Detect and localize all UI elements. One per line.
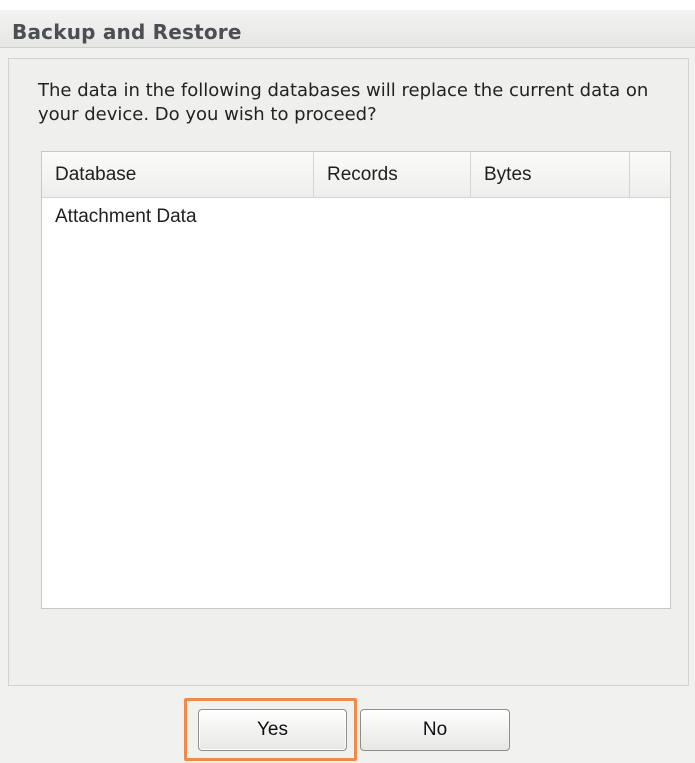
column-header-filler — [630, 152, 670, 198]
database-table[interactable]: Database Records Bytes Attachment Data — [41, 151, 671, 609]
dialog-title: Backup and Restore — [12, 20, 242, 44]
cell-database: Attachment Data — [55, 206, 197, 227]
column-header-database[interactable]: Database — [42, 152, 314, 198]
content-panel: The data in the following databases will… — [8, 58, 689, 686]
confirmation-message: The data in the following databases will… — [38, 80, 649, 125]
backup-restore-dialog: Backup and Restore The data in the follo… — [0, 10, 695, 763]
table-header: Database Records Bytes — [42, 152, 670, 198]
button-bar: Yes No — [0, 686, 695, 763]
column-header-records[interactable]: Records — [314, 152, 471, 198]
table-row[interactable]: Attachment Data — [42, 198, 670, 234]
column-header-bytes[interactable]: Bytes — [471, 152, 630, 198]
yes-button[interactable]: Yes — [198, 709, 347, 751]
dialog-title-bar: Backup and Restore — [0, 10, 695, 48]
no-button[interactable]: No — [360, 709, 510, 751]
